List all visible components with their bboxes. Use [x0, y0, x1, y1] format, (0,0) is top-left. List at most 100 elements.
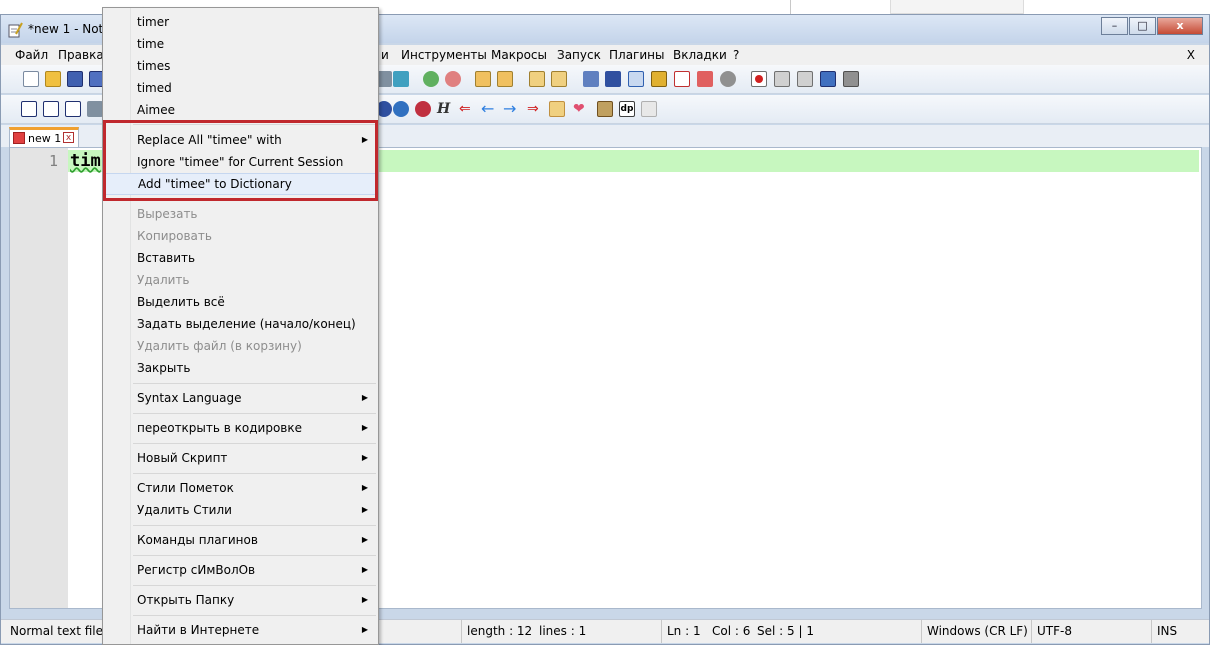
menu-view-partial[interactable]: и	[381, 48, 389, 62]
run-macro-multiple-icon[interactable]	[820, 71, 836, 87]
open-folder-label: Открыть Папку	[137, 593, 235, 607]
menu-separator	[133, 473, 376, 474]
search-icon[interactable]	[415, 101, 431, 117]
window-title: *new 1 - Note	[28, 22, 111, 36]
all-chars-icon[interactable]	[551, 71, 567, 87]
arrow-right-icon[interactable]: →	[503, 101, 519, 117]
menu-separator	[133, 555, 376, 556]
line-number-gutter: 1	[10, 148, 68, 608]
close-item[interactable]: Закрыть	[105, 357, 376, 379]
sync-globe-icon[interactable]	[393, 101, 409, 117]
heading-icon[interactable]: H	[437, 101, 453, 117]
stop-macro-icon[interactable]	[774, 71, 790, 87]
arrow-left-icon[interactable]: ←	[481, 101, 497, 117]
close-window-button[interactable]: x	[1157, 17, 1203, 35]
menu-tabs[interactable]: Вкладки	[673, 48, 727, 62]
save-icon[interactable]	[67, 71, 83, 87]
record-macro-icon[interactable]	[751, 71, 767, 87]
line-number: 1	[48, 152, 58, 170]
cut-item[interactable]: Вырезать	[105, 203, 376, 225]
background-window-strip	[790, 0, 791, 14]
zoom-reset-icon[interactable]	[445, 71, 461, 87]
word-wrap-icon[interactable]	[529, 71, 545, 87]
columns-icon[interactable]	[65, 101, 81, 117]
menu-separator	[133, 443, 376, 444]
menu-edit[interactable]: Правка	[58, 48, 104, 62]
delete-styles-item[interactable]: Удалить Стили ▶	[105, 499, 376, 521]
submenu-arrow-icon: ▶	[361, 505, 368, 514]
close-document-button[interactable]: X	[1187, 48, 1195, 62]
zoom-in-icon[interactable]	[423, 71, 439, 87]
folder-workspace-icon[interactable]	[697, 71, 713, 87]
suggestion-times[interactable]: times	[105, 55, 376, 77]
suggestion-timer[interactable]: timer	[105, 11, 376, 33]
pilcrow-icon[interactable]	[605, 71, 621, 87]
suggestion-aimee[interactable]: Aimee	[105, 99, 376, 121]
new-script-item[interactable]: Новый Скрипт ▶	[105, 447, 376, 469]
minimize-button[interactable]: –	[1101, 17, 1128, 35]
menu-file[interactable]: Файл	[15, 48, 48, 62]
table-icon[interactable]	[43, 101, 59, 117]
suggestion-timed[interactable]: timed	[105, 77, 376, 99]
menu-run[interactable]: Запуск	[557, 48, 601, 62]
highlight-annotation-box	[103, 120, 378, 201]
play-macro-icon[interactable]	[797, 71, 813, 87]
menu-plugins[interactable]: Плагины	[609, 48, 664, 62]
doc-map-icon[interactable]	[651, 71, 667, 87]
clipboard-icon[interactable]	[597, 101, 613, 117]
tab-label: new 1	[28, 132, 62, 145]
new-file-icon[interactable]	[23, 71, 39, 87]
context-menu: timer time times timed Aimee Replace All…	[102, 7, 379, 645]
plugin-commands-item[interactable]: Команды плагинов ▶	[105, 529, 376, 551]
submenu-arrow-icon: ▶	[361, 565, 368, 574]
status-column: Col : 6	[712, 624, 751, 638]
submenu-arrow-icon: ▶	[361, 423, 368, 432]
arrow-right-red-icon[interactable]: ⇒	[527, 101, 543, 117]
menu-separator	[133, 615, 376, 616]
delete-file-item[interactable]: Удалить файл (в корзину)	[105, 335, 376, 357]
search-internet-item[interactable]: Найти в Интернете ▶	[105, 619, 376, 641]
dp-icon[interactable]: dp	[619, 101, 635, 117]
mark-styles-label: Стили Пометок	[137, 481, 234, 495]
select-all-item[interactable]: Выделить всё	[105, 291, 376, 313]
function-list-icon[interactable]	[628, 71, 644, 87]
tab-new-1[interactable]: new 1 x	[9, 127, 79, 147]
status-eol: Windows (CR LF)	[921, 620, 1028, 643]
delete-item[interactable]: Удалить	[105, 269, 376, 291]
copy-icon[interactable]	[641, 101, 657, 117]
status-insert-mode: INS	[1151, 620, 1177, 643]
maximize-button[interactable]: □	[1129, 17, 1156, 35]
doc-list-icon[interactable]	[674, 71, 690, 87]
reopen-encoding-item[interactable]: переоткрыть в кодировке ▶	[105, 417, 376, 439]
save-macro-icon[interactable]	[843, 71, 859, 87]
format-icon[interactable]	[87, 101, 103, 117]
sync-horizontal-icon[interactable]	[497, 71, 513, 87]
bookmark-icon[interactable]	[549, 101, 565, 117]
monitor-icon[interactable]	[720, 71, 736, 87]
sync-vertical-icon[interactable]	[475, 71, 491, 87]
syntax-language-item[interactable]: Syntax Language ▶	[105, 387, 376, 409]
status-line: Ln : 1	[661, 620, 701, 643]
set-selection-item[interactable]: Задать выделение (начало/конец)	[105, 313, 376, 335]
notepad-app-icon	[8, 22, 23, 38]
submenu-arrow-icon: ▶	[361, 483, 368, 492]
sync-icon[interactable]	[393, 71, 409, 87]
indent-guide-icon[interactable]	[583, 71, 599, 87]
suggestion-time[interactable]: time	[105, 33, 376, 55]
mark-styles-item[interactable]: Стили Пометок ▶	[105, 477, 376, 499]
heart-icon[interactable]: ❤	[573, 101, 589, 117]
open-file-icon[interactable]	[45, 71, 61, 87]
change-case-item[interactable]: Регистр сИмВолОв ▶	[105, 559, 376, 581]
delete-styles-label: Удалить Стили	[137, 503, 232, 517]
arrow-left-red-icon[interactable]: ⇐	[459, 101, 475, 117]
copy-item[interactable]: Копировать	[105, 225, 376, 247]
insert-icon[interactable]	[21, 101, 37, 117]
tab-close-icon[interactable]: x	[63, 132, 74, 143]
paste-item[interactable]: Вставить	[105, 247, 376, 269]
editor-text[interactable]: tim	[70, 151, 101, 171]
menu-help[interactable]: ?	[733, 48, 739, 62]
menu-tools[interactable]: Инструменты	[401, 48, 487, 62]
unsaved-file-icon	[13, 132, 25, 144]
open-folder-item[interactable]: Открыть Папку ▶	[105, 589, 376, 611]
menu-macros[interactable]: Макросы	[491, 48, 547, 62]
